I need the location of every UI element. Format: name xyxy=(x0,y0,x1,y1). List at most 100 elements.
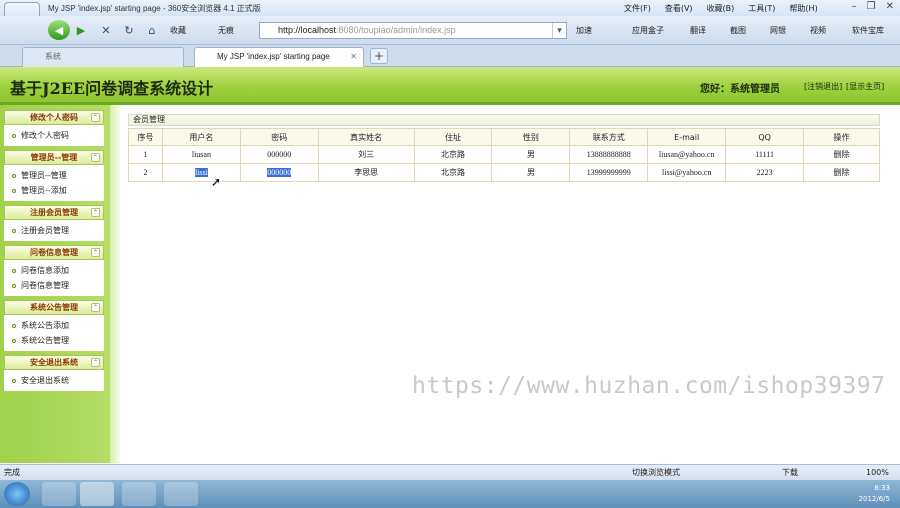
software-link[interactable]: 软件宝库 xyxy=(852,25,884,36)
menu-help[interactable]: 帮助(H) xyxy=(789,3,817,14)
col-header: 住址 xyxy=(413,128,493,146)
sidebar-item-logout[interactable]: 安全退出系统 xyxy=(4,373,104,388)
sidebar-item-admin-manage[interactable]: 管理员--管理 xyxy=(4,168,104,183)
cell-gender: 男 xyxy=(491,163,571,182)
clean-button[interactable]: 无痕 xyxy=(218,25,234,36)
sidebar-item-survey-add[interactable]: 问卷信息添加 xyxy=(4,263,104,278)
sidebar-group-header[interactable]: 安全退出系统 ⌃ xyxy=(4,355,104,370)
stop-icon[interactable]: ✕ xyxy=(98,20,114,40)
show-home-link[interactable]: [显示主页] xyxy=(846,81,884,92)
sidebar-item-survey-manage[interactable]: 问卷信息管理 xyxy=(4,278,104,293)
video-link[interactable]: 视频 xyxy=(810,25,826,36)
minimize-icon[interactable]: – xyxy=(852,1,857,12)
item-label: 问卷信息管理 xyxy=(21,281,69,290)
sidebar-item-change-password[interactable]: 修改个人密码 xyxy=(4,128,104,143)
cell-password: 000000 xyxy=(239,163,319,182)
bullet-icon xyxy=(12,324,16,328)
back-button[interactable]: ◀ xyxy=(48,20,70,40)
cell-phone: 13888888888 xyxy=(569,145,649,164)
item-label: 注册会员管理 xyxy=(21,226,69,235)
download-button[interactable]: 下载 xyxy=(782,465,798,480)
cell-username: lissi xyxy=(161,163,241,182)
address-bar[interactable]: http://localhost:8080/toupiao/admin/inde… xyxy=(259,22,567,39)
group-title: 注册会员管理 xyxy=(30,208,78,217)
table-header-row: 序号 用户名 密码 真实姓名 住址 性别 联系方式 E-mail QQ 操作 xyxy=(128,128,880,146)
clock-time: 8:33 xyxy=(874,484,890,492)
greeting: 您好：系统管理员 xyxy=(700,84,780,95)
bullet-icon xyxy=(12,134,16,138)
main-content: 会员管理 序号 用户名 密码 真实姓名 住址 性别 联系方式 E-mail QQ… xyxy=(120,105,900,463)
delete-link[interactable]: 删除 xyxy=(803,163,880,182)
app-box-link[interactable]: 应用盒子 xyxy=(632,25,664,36)
item-label: 修改个人密码 xyxy=(21,131,69,140)
menu-tools[interactable]: 工具(T) xyxy=(748,3,775,14)
menu-view[interactable]: 查看(V) xyxy=(665,3,693,14)
app-header: 基于J2EE问卷调查系统设计 您好：系统管理员 [注销退出] [显示主页] xyxy=(0,67,900,105)
collapse-icon[interactable]: ⌃ xyxy=(91,208,100,217)
new-tab-button[interactable]: + xyxy=(370,48,388,64)
home-icon[interactable]: ⌂ xyxy=(144,20,160,40)
app-taskbar-icon[interactable] xyxy=(164,482,198,506)
collapse-icon[interactable]: ⌃ xyxy=(91,248,100,257)
taskbar: 8:33 2012/6/5 xyxy=(0,480,900,508)
cell-email: liusan@yahoo.cn xyxy=(647,145,727,164)
cell-address: 北京路 xyxy=(413,163,493,182)
table-row: 1 liusan 000000 刘三 北京路 男 13888888888 liu… xyxy=(128,145,880,164)
menu-favorites[interactable]: 收藏(B) xyxy=(707,3,735,14)
tab-index-page[interactable]: My JSP 'index.jsp' starting page ✕ xyxy=(194,47,364,67)
sidebar-group-header[interactable]: 修改个人密码 ⌃ xyxy=(4,110,104,125)
cell-qq: 11111 xyxy=(725,145,805,164)
refresh-icon[interactable]: ↻ xyxy=(121,20,137,40)
collapse-icon[interactable]: ⌃ xyxy=(91,113,100,122)
translate-link[interactable]: 翻译 xyxy=(690,25,706,36)
bullet-icon xyxy=(12,379,16,383)
group-title: 修改个人密码 xyxy=(30,113,78,122)
sidebar-item-notice-manage[interactable]: 系统公告管理 xyxy=(4,333,104,348)
close-icon[interactable]: ✕ xyxy=(886,1,894,12)
sidebar-item-member-manage[interactable]: 注册会员管理 xyxy=(4,223,104,238)
eclipse-taskbar-icon[interactable] xyxy=(122,482,156,506)
member-table: 序号 用户名 密码 真实姓名 住址 性别 联系方式 E-mail QQ 操作 1… xyxy=(128,128,880,182)
sidebar-group-header[interactable]: 问卷信息管理 ⌃ xyxy=(4,245,104,260)
start-button-icon[interactable] xyxy=(4,482,30,506)
address-path: :8080/toupiao/admin/index.jsp xyxy=(336,25,456,35)
delete-link[interactable]: 删除 xyxy=(803,145,880,164)
window-title: My JSP 'index.jsp' starting page - 360安全… xyxy=(48,4,261,13)
address-host: http://localhost xyxy=(278,25,337,35)
browse-mode-button[interactable]: 切换浏览模式 xyxy=(632,465,680,480)
sidebar-group-password: 修改个人密码 ⌃ 修改个人密码 xyxy=(4,110,104,146)
ie-taskbar-icon[interactable] xyxy=(42,482,76,506)
logout-link[interactable]: [注销退出] xyxy=(804,81,842,92)
tab-close-icon[interactable]: ✕ xyxy=(350,48,357,66)
sidebar-group-header[interactable]: 管理员--管理 ⌃ xyxy=(4,150,104,165)
sidebar-item-admin-add[interactable]: 管理员--添加 xyxy=(4,183,104,198)
status-bar: 完成 切换浏览模式 下载 100% xyxy=(0,464,900,480)
cell-realname: 刘三 xyxy=(317,145,415,164)
sidebar-group-header[interactable]: 系统公告管理 ⌃ xyxy=(4,300,104,315)
browser-360-taskbar-icon[interactable] xyxy=(80,482,114,506)
sidebar-group-header[interactable]: 注册会员管理 ⌃ xyxy=(4,205,104,220)
col-header: 性别 xyxy=(491,128,571,146)
screenshot-link[interactable]: 截图 xyxy=(730,25,746,36)
forward-button[interactable]: ▶ xyxy=(72,20,90,40)
zoom-level[interactable]: 100% xyxy=(866,465,889,480)
sidebar: 修改个人密码 ⌃ 修改个人密码 管理员--管理 ⌃ 管理员--管理 管理员--添加 … xyxy=(0,105,118,463)
group-title: 管理员--管理 xyxy=(30,153,78,162)
collapse-icon[interactable]: ⌃ xyxy=(91,358,100,367)
cell-index: 1 xyxy=(128,145,163,164)
collapse-icon[interactable]: ⌃ xyxy=(91,153,100,162)
tab-system[interactable]: 系统 xyxy=(22,47,184,67)
sidebar-item-notice-add[interactable]: 系统公告添加 xyxy=(4,318,104,333)
col-header: 联系方式 xyxy=(569,128,649,146)
collapse-icon[interactable]: ⌃ xyxy=(91,303,100,312)
group-title: 问卷信息管理 xyxy=(30,248,78,257)
favorites-button[interactable]: 收藏 xyxy=(170,25,186,36)
watermark: https://www.huzhan.com/ishop39397 xyxy=(412,373,886,399)
bullet-icon xyxy=(12,189,16,193)
address-dropdown-icon[interactable]: ▾ xyxy=(552,23,566,38)
maximize-icon[interactable]: ❐ xyxy=(867,1,876,12)
bank-link[interactable]: 网银 xyxy=(770,25,786,36)
col-header: 真实姓名 xyxy=(317,128,415,146)
accelerate-button[interactable]: 加速 xyxy=(576,25,592,36)
menu-file[interactable]: 文件(F) xyxy=(624,3,651,14)
